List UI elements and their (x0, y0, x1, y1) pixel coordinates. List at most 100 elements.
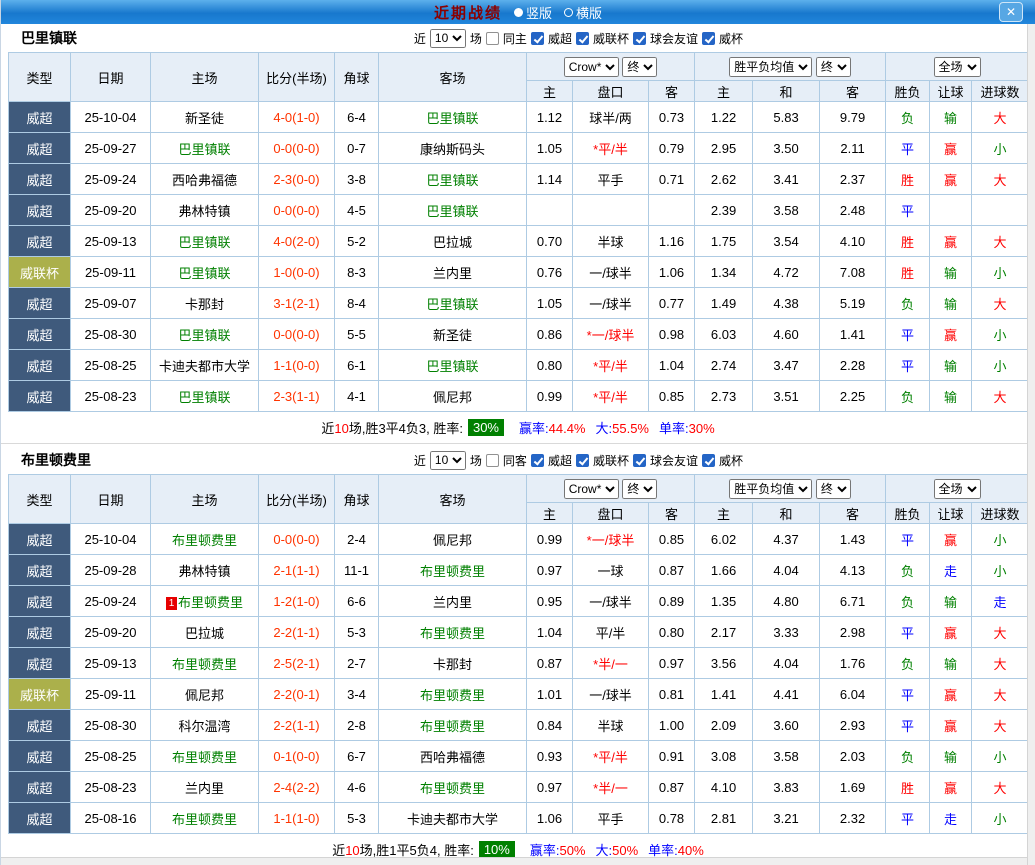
bookmaker-select[interactable]: Crow* (564, 479, 619, 499)
home-team[interactable]: 巴里镇联 (151, 257, 259, 288)
close-button[interactable]: ✕ (999, 2, 1023, 22)
handicap-line: *一/球半 (573, 524, 649, 555)
match-row: 威超25-09-24西哈弗福德2-3(0-0)3-8巴里镇联1.14平手0.71… (9, 164, 1029, 195)
match-score[interactable]: 2-2(1-1) (259, 710, 335, 741)
handicap-time-select[interactable]: 终 (622, 479, 657, 499)
avg-home-odds: 1.35 (695, 586, 753, 617)
avg-odds-select[interactable]: 胜平负均值 (729, 57, 812, 77)
league-checkbox-1[interactable] (576, 32, 589, 45)
home-team[interactable]: 布里顿费里 (151, 648, 259, 679)
avg-time-select[interactable]: 终 (816, 57, 851, 77)
home-team[interactable]: 弗林特镇 (151, 195, 259, 226)
home-team[interactable]: 巴拉城 (151, 617, 259, 648)
match-date: 25-08-16 (71, 803, 151, 834)
away-team[interactable]: 兰内里 (379, 586, 527, 617)
home-team[interactable]: 兰内里 (151, 772, 259, 803)
match-score[interactable]: 0-1(0-0) (259, 741, 335, 772)
away-team[interactable]: 布里顿费里 (379, 710, 527, 741)
home-team[interactable]: 科尔温湾 (151, 710, 259, 741)
away-team[interactable]: 巴里镇联 (379, 102, 527, 133)
away-team[interactable]: 巴里镇联 (379, 164, 527, 195)
home-team[interactable]: 西哈弗福德 (151, 164, 259, 195)
match-score[interactable]: 2-4(2-2) (259, 772, 335, 803)
away-team[interactable]: 佩尼邦 (379, 524, 527, 555)
match-score[interactable]: 2-2(1-1) (259, 617, 335, 648)
match-score[interactable]: 2-3(1-1) (259, 381, 335, 412)
away-team[interactable]: 佩尼邦 (379, 381, 527, 412)
match-score[interactable]: 2-1(1-1) (259, 555, 335, 586)
home-team[interactable]: 巴里镇联 (151, 319, 259, 350)
scope-select[interactable]: 全场 (934, 57, 981, 77)
handicap-time-select[interactable]: 终 (622, 57, 657, 77)
league-checkbox-3[interactable] (702, 32, 715, 45)
home-team[interactable]: 1布里顿费里 (151, 586, 259, 617)
match-count-select[interactable]: 10 (430, 29, 466, 48)
match-score[interactable]: 3-1(2-1) (259, 288, 335, 319)
match-score[interactable]: 2-2(0-1) (259, 679, 335, 710)
away-team[interactable]: 新圣徒 (379, 319, 527, 350)
match-score[interactable]: 0-0(0-0) (259, 524, 335, 555)
home-team[interactable]: 巴里镇联 (151, 381, 259, 412)
handicap-outcome (930, 195, 972, 226)
match-count-select[interactable]: 10 (430, 451, 466, 470)
match-score[interactable]: 1-1(0-0) (259, 350, 335, 381)
home-team[interactable]: 卡那封 (151, 288, 259, 319)
match-score[interactable]: 0-0(0-0) (259, 133, 335, 164)
home-team[interactable]: 布里顿费里 (151, 803, 259, 834)
home-team[interactable]: 布里顿费里 (151, 524, 259, 555)
home-team[interactable]: 弗林特镇 (151, 555, 259, 586)
away-team[interactable]: 巴里镇联 (379, 195, 527, 226)
match-score[interactable]: 0-0(0-0) (259, 195, 335, 226)
away-team[interactable]: 布里顿费里 (379, 617, 527, 648)
match-score[interactable]: 4-0(2-0) (259, 226, 335, 257)
away-team[interactable]: 兰内里 (379, 257, 527, 288)
home-team[interactable]: 新圣徒 (151, 102, 259, 133)
away-team[interactable]: 卡迪夫都市大学 (379, 803, 527, 834)
layout-option-vertical[interactable]: 竖版 (514, 3, 552, 22)
away-team[interactable]: 西哈弗福德 (379, 741, 527, 772)
league-checkbox-0[interactable] (531, 454, 544, 467)
match-score[interactable]: 1-0(0-0) (259, 257, 335, 288)
same-venue-checkbox[interactable] (486, 454, 499, 467)
same-venue-checkbox[interactable] (486, 32, 499, 45)
league-checkbox-2[interactable] (633, 32, 646, 45)
avg-time-select[interactable]: 终 (816, 479, 851, 499)
away-team[interactable]: 康纳斯码头 (379, 133, 527, 164)
vertical-scrollbar[interactable] (1027, 24, 1035, 865)
home-team[interactable]: 卡迪夫都市大学 (151, 350, 259, 381)
bookmaker-select[interactable]: Crow* (564, 57, 619, 77)
league-checkbox-3[interactable] (702, 454, 715, 467)
match-score[interactable]: 1-2(1-0) (259, 586, 335, 617)
avg-away-odds: 7.08 (820, 257, 886, 288)
handicap-outcome: 输 (930, 257, 972, 288)
away-team[interactable]: 卡那封 (379, 648, 527, 679)
avg-odds-select[interactable]: 胜平负均值 (729, 479, 812, 499)
result-outcome: 负 (886, 741, 930, 772)
match-score[interactable]: 2-3(0-0) (259, 164, 335, 195)
home-team[interactable]: 巴里镇联 (151, 133, 259, 164)
away-team[interactable]: 布里顿费里 (379, 679, 527, 710)
match-score[interactable]: 0-0(0-0) (259, 319, 335, 350)
layout-option-horizontal[interactable]: 横版 (564, 3, 602, 22)
handicap-outcome: 输 (930, 102, 972, 133)
horizontal-scrollbar[interactable] (1, 857, 1027, 865)
home-team[interactable]: 巴里镇联 (151, 226, 259, 257)
home-team[interactable]: 布里顿费里 (151, 741, 259, 772)
away-team[interactable]: 巴里镇联 (379, 350, 527, 381)
handicap-away-odds: 1.00 (649, 710, 695, 741)
league-checkbox-2[interactable] (633, 454, 646, 467)
match-score[interactable]: 2-5(2-1) (259, 648, 335, 679)
league-checkbox-0[interactable] (531, 32, 544, 45)
away-team[interactable]: 布里顿费里 (379, 772, 527, 803)
section-divider (1, 443, 1035, 444)
scope-select[interactable]: 全场 (934, 479, 981, 499)
away-team[interactable]: 布里顿费里 (379, 555, 527, 586)
league-checkbox-1[interactable] (576, 454, 589, 467)
away-team[interactable]: 巴拉城 (379, 226, 527, 257)
home-team[interactable]: 佩尼邦 (151, 679, 259, 710)
handicap-away-odds: 0.85 (649, 524, 695, 555)
match-score[interactable]: 4-0(1-0) (259, 102, 335, 133)
avg-draw-odds: 3.60 (753, 710, 820, 741)
away-team[interactable]: 巴里镇联 (379, 288, 527, 319)
match-score[interactable]: 1-1(1-0) (259, 803, 335, 834)
